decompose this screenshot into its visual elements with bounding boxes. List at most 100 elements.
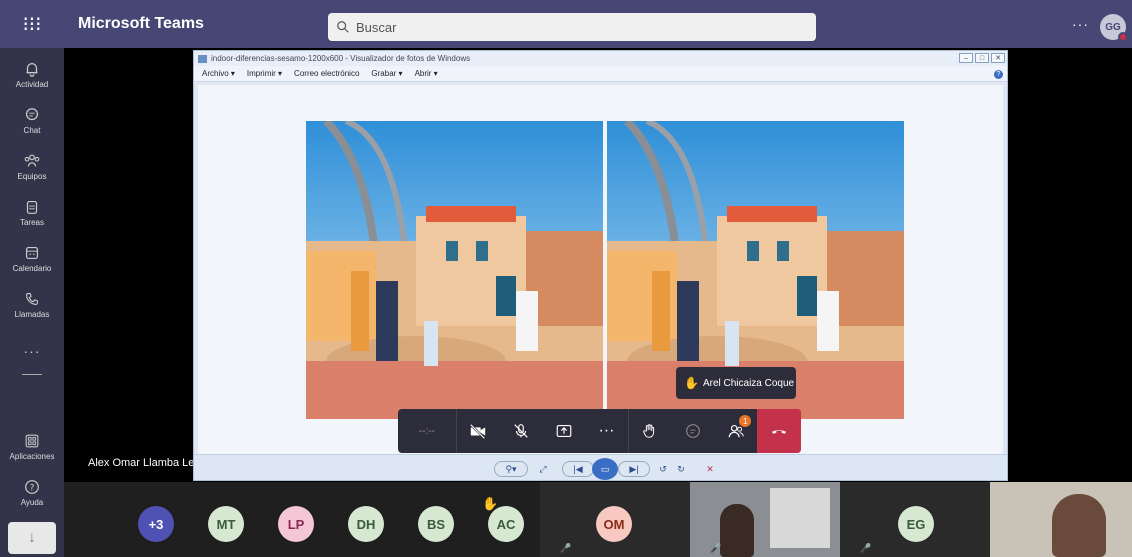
rail-label: Aplicaciones	[9, 452, 55, 461]
rail-item-llamadas[interactable]: Llamadas	[0, 286, 64, 332]
participant-video-tile[interactable]: 🎤	[690, 482, 840, 557]
participant-initials: +3	[148, 516, 164, 532]
menu-archivo[interactable]: Archivo ▾	[202, 69, 235, 78]
rail-label: Equipos	[17, 172, 47, 181]
more-actions-button[interactable]: ···	[585, 409, 628, 453]
close-icon[interactable]: ✕	[991, 53, 1005, 63]
maximize-icon[interactable]: □	[975, 53, 989, 63]
rail-item-tareas[interactable]: Tareas	[0, 194, 64, 240]
viewer-app-icon	[198, 54, 207, 63]
participant-video-tile[interactable]	[990, 482, 1132, 557]
phone-icon	[26, 293, 38, 305]
rail-label: Tareas	[19, 218, 44, 227]
download-button[interactable]: ↓	[8, 522, 56, 554]
app-title: Microsoft Teams	[78, 15, 204, 32]
rail-label: Chat	[23, 126, 41, 135]
menu-grabar[interactable]: Grabar ▾	[371, 69, 402, 78]
zoom-icon[interactable]: ⚲▾	[494, 461, 528, 477]
viewer-toolbar: ⚲▾ ⤢ |◀ ▭ ▶| ↺ ↻ ✕	[194, 454, 1007, 480]
participant-avatar[interactable]: LP	[278, 506, 314, 542]
rail-item-calendario[interactable]: Calendario	[0, 240, 64, 286]
raised-hand-tooltip: ✋ Arel Chicaiza Coque	[676, 367, 796, 399]
rotate-right-icon[interactable]: ↻	[674, 461, 688, 477]
background-shelf	[770, 488, 830, 548]
participant-tile[interactable]: OM 🎤	[540, 482, 690, 557]
rail-item-ayuda[interactable]: ? Ayuda	[0, 474, 64, 520]
participant-initials: OM	[603, 516, 625, 532]
rail-label: Actividad	[15, 80, 49, 89]
rotate-left-icon[interactable]: ↺	[656, 461, 670, 477]
participant-overflow[interactable]: +3	[138, 506, 174, 542]
rail-item-aplicaciones[interactable]: Aplicaciones	[0, 428, 64, 474]
mic-off-icon: 🎤	[710, 543, 722, 553]
chat-icon	[686, 424, 700, 438]
user-avatar[interactable]: GG	[1100, 14, 1128, 42]
participants-button[interactable]: 1	[714, 409, 757, 453]
help-icon[interactable]: ?	[994, 70, 1003, 79]
participant-avatar: EG	[898, 506, 934, 542]
teams-window: ⁝⁝⁝ Microsoft Teams Buscar ··· GG Activi…	[0, 0, 1132, 557]
participant-initials: MT	[216, 516, 236, 532]
tasks-icon	[26, 201, 38, 214]
camera-off-button[interactable]	[457, 409, 500, 453]
svg-text:?: ?	[30, 484, 35, 494]
minimize-icon[interactable]: –	[959, 53, 973, 63]
teams-icon	[24, 154, 40, 167]
next-icon[interactable]: ▶|	[618, 461, 650, 477]
user-initials: GG	[1105, 21, 1121, 33]
menu-correo[interactable]: Correo electrónico	[294, 69, 359, 78]
call-controls: --:-- ··· 1	[398, 409, 801, 453]
participant-avatar[interactable]: MT	[208, 506, 244, 542]
more-options-button[interactable]: ···	[1072, 16, 1089, 32]
raised-hand-icon: ✋	[684, 376, 699, 390]
chat-icon	[25, 108, 39, 121]
left-rail: Actividad Chat Equipos Tareas Calendario…	[0, 48, 64, 557]
previous-icon[interactable]: |◀	[562, 461, 594, 477]
rail-label: Ayuda	[20, 498, 44, 507]
presenter-name: Alex Omar Llamba Lema	[88, 457, 210, 469]
chat-button[interactable]	[672, 409, 715, 453]
raised-hand-icon: ✋	[482, 496, 499, 511]
rail-item-equipos[interactable]: Equipos	[0, 148, 64, 194]
photo-left	[306, 121, 603, 419]
participant-video-silhouette	[720, 504, 754, 557]
call-timer: --:--	[418, 425, 435, 437]
hangup-icon	[771, 430, 787, 434]
fit-icon[interactable]: ⤢	[536, 461, 550, 477]
search-placeholder: Buscar	[356, 19, 397, 35]
delete-icon[interactable]: ✕	[702, 461, 718, 477]
rail-divider	[22, 374, 42, 375]
rail-label: Calendario	[12, 264, 52, 273]
more-icon: ···	[598, 422, 615, 439]
mic-off-button[interactable]	[500, 409, 543, 453]
menu-imprimir[interactable]: Imprimir ▾	[247, 69, 282, 78]
hand-icon	[643, 424, 655, 438]
rail-item-actividad[interactable]: Actividad	[0, 56, 64, 102]
leave-call-button[interactable]	[757, 409, 801, 453]
participant-initials: LP	[287, 516, 305, 532]
participant-avatar[interactable]: BS	[418, 506, 454, 542]
download-icon: ↓	[28, 529, 36, 546]
help-icon: ?	[25, 480, 39, 494]
window-buttons: – □ ✕	[959, 53, 1005, 63]
participant-tile[interactable]: EG 🎤	[840, 482, 990, 557]
rail-more-button[interactable]: ···	[0, 343, 64, 359]
mic-off-icon: 🎤	[860, 543, 872, 553]
share-icon	[556, 425, 572, 437]
bell-icon	[26, 62, 38, 77]
viewer-titlebar: indoor-diferencias-sesamo-1200x600 - Vis…	[194, 51, 1007, 66]
viewer-menubar: Archivo ▾ Imprimir ▾ Correo electrónico …	[194, 66, 1007, 82]
participant-initials: AC	[496, 516, 516, 532]
participant-video-silhouette	[1052, 494, 1106, 557]
menu-abrir[interactable]: Abrir ▾	[415, 69, 438, 78]
slideshow-icon[interactable]: ▭	[592, 458, 618, 480]
participant-avatar: OM	[596, 506, 632, 542]
participant-avatar[interactable]: DH	[348, 506, 384, 542]
viewer-title: indoor-diferencias-sesamo-1200x600 - Vis…	[211, 54, 471, 63]
status-busy-icon	[1118, 32, 1128, 42]
app-launcher-icon[interactable]: ⁝⁝⁝	[0, 0, 64, 48]
rail-item-chat[interactable]: Chat	[0, 102, 64, 148]
search-input[interactable]: Buscar	[328, 13, 816, 41]
raise-hand-button[interactable]	[629, 409, 672, 453]
share-screen-button[interactable]	[542, 409, 585, 453]
